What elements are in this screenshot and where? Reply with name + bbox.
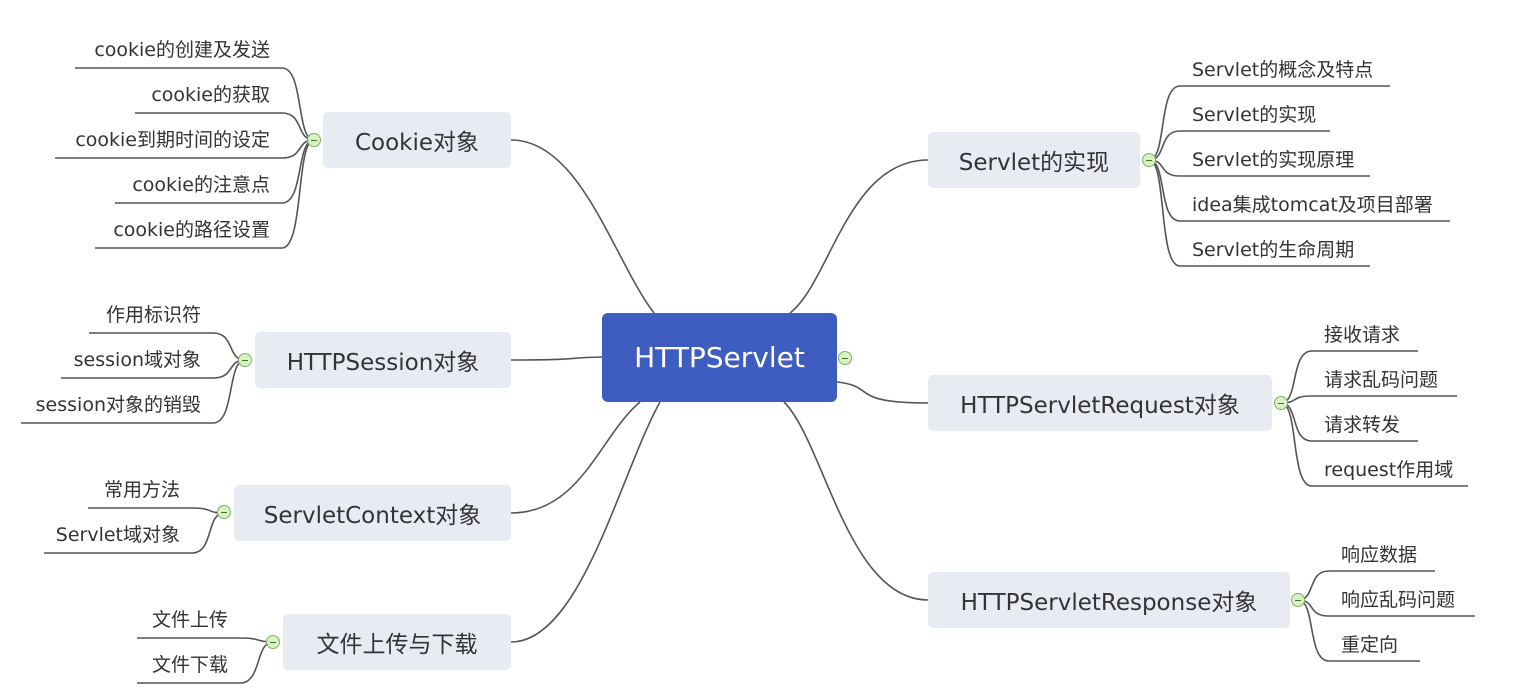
topic-label: Cookie对象 — [354, 130, 480, 156]
topic-label: HTTPServletResponse对象 — [960, 590, 1258, 616]
leaf-node[interactable]: session域对象 — [74, 348, 201, 372]
root-node[interactable]: HTTPServlet — [602, 313, 837, 402]
leaf-node[interactable]: 文件上传 — [152, 608, 228, 632]
leaf-node[interactable]: 请求乱码问题 — [1324, 368, 1438, 392]
leaf-node[interactable]: Servlet的实现 — [1192, 103, 1316, 127]
collapse-toggle-icon[interactable] — [266, 635, 280, 649]
mind-map: HTTPServlet Servlet的概念及特点 Servlet的实现 Servl… — [0, 0, 1523, 690]
leaf-node[interactable]: cookie的创建及发送 — [94, 38, 270, 62]
collapse-toggle-icon[interactable] — [307, 133, 321, 147]
leaf-node[interactable]: cookie的路径设置 — [113, 218, 270, 242]
leaf-node[interactable]: Servlet的生命周期 — [1192, 238, 1354, 262]
leaf-node[interactable]: 文件下载 — [152, 653, 228, 677]
root-label: HTTPServlet — [634, 341, 805, 374]
leaf-node[interactable]: 作用标识符 — [106, 303, 201, 327]
collapse-toggle-icon[interactable] — [238, 353, 252, 367]
topic-label: HTTPServletRequest对象 — [960, 393, 1240, 419]
topic-node[interactable]: Servlet的实现 — [928, 132, 1140, 188]
leaf-node[interactable]: 响应数据 — [1341, 543, 1417, 567]
leaf-node[interactable]: cookie到期时间的设定 — [75, 128, 270, 152]
topic-node[interactable]: HTTPSession对象 — [255, 332, 511, 388]
topic-label: HTTPSession对象 — [286, 350, 480, 376]
leaf-node[interactable]: 请求转发 — [1324, 413, 1400, 437]
leaf-node[interactable]: Servlet的概念及特点 — [1192, 58, 1373, 82]
topic-node[interactable]: 文件上传与下载 — [283, 614, 511, 670]
leaf-node[interactable]: cookie的注意点 — [132, 173, 270, 197]
topic-node[interactable]: ServletContext对象 — [234, 485, 511, 541]
topic-label: 文件上传与下载 — [316, 632, 478, 658]
leaf-node[interactable]: Servlet域对象 — [56, 523, 180, 547]
leaf-node[interactable]: cookie的获取 — [151, 83, 270, 107]
topic-label: Servlet的实现 — [958, 150, 1110, 176]
leaf-node[interactable]: 常用方法 — [104, 478, 180, 502]
topic-label: ServletContext对象 — [263, 503, 482, 529]
leaf-node[interactable]: 响应乱码问题 — [1341, 588, 1455, 612]
leaf-node[interactable]: 重定向 — [1341, 633, 1398, 657]
collapse-toggle-icon[interactable] — [1142, 153, 1156, 167]
leaf-node[interactable]: Servlet的实现原理 — [1192, 148, 1354, 172]
collapse-toggle-icon[interactable] — [217, 505, 231, 519]
root-collapse-icon[interactable] — [838, 351, 852, 365]
leaf-node[interactable]: request作用域 — [1324, 458, 1453, 482]
topic-node[interactable]: HTTPServletRequest对象 — [928, 375, 1272, 431]
topic-node[interactable]: Cookie对象 — [323, 112, 511, 168]
leaf-node[interactable]: session对象的销毁 — [36, 393, 201, 417]
topic-node[interactable]: HTTPServletResponse对象 — [928, 572, 1290, 628]
leaf-node[interactable]: 接收请求 — [1324, 323, 1400, 347]
leaf-node[interactable]: idea集成tomcat及项目部署 — [1192, 193, 1433, 217]
collapse-toggle-icon[interactable] — [1291, 593, 1305, 607]
collapse-toggle-icon[interactable] — [1274, 396, 1288, 410]
